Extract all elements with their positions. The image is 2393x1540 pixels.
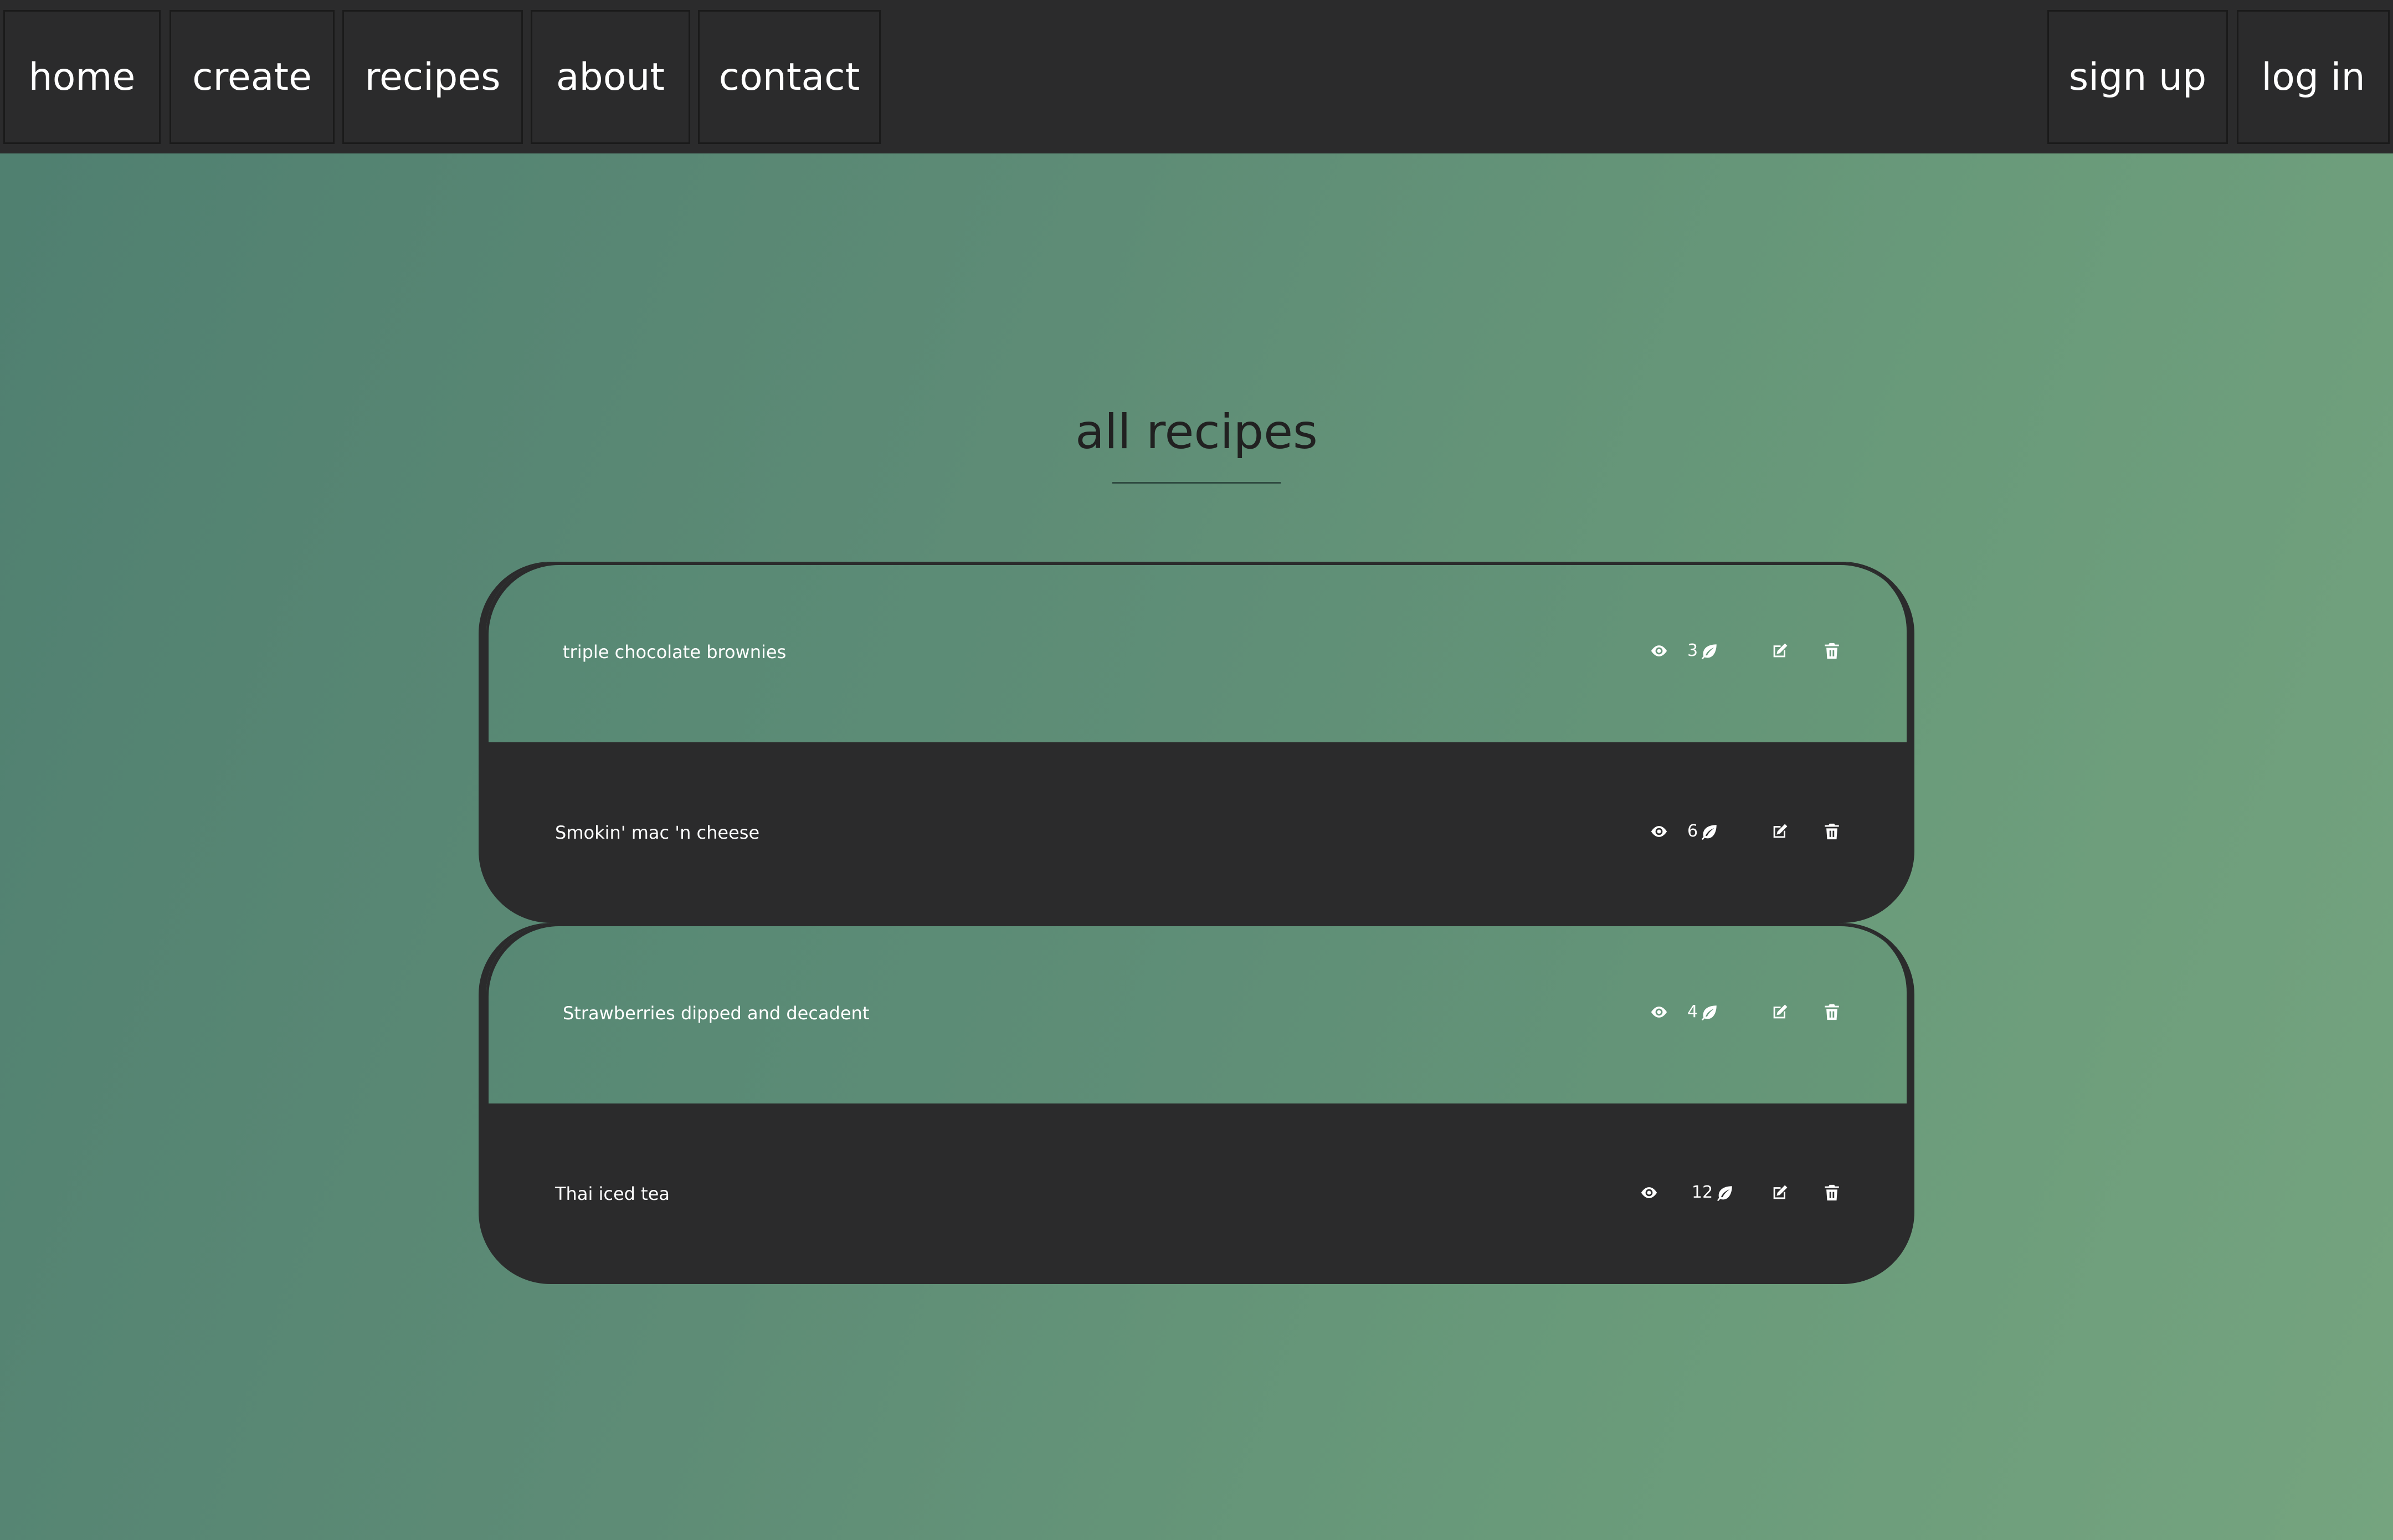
nav-signup-link[interactable]: sign up	[2047, 10, 2228, 144]
recipe-group: triple chocolate brownies 3 Smokin' mac …	[479, 562, 1914, 923]
leaf-icon	[1701, 644, 1717, 660]
eye-icon[interactable]	[1650, 1003, 1668, 1021]
nav-recipes-link[interactable]: recipes	[342, 10, 523, 144]
edit-icon[interactable]	[1770, 1003, 1789, 1021]
recipe-name[interactable]: triple chocolate brownies	[563, 641, 786, 663]
title-divider	[1112, 482, 1281, 484]
nav-about-link[interactable]: about	[531, 10, 690, 144]
edit-icon[interactable]	[1770, 1183, 1789, 1202]
recipe-count: 3	[1687, 641, 1698, 660]
nav-home-link[interactable]: home	[3, 10, 161, 144]
leaf-icon	[1701, 1005, 1717, 1021]
page-title: all recipes	[1075, 404, 1318, 460]
recipe-name[interactable]: Thai iced tea	[555, 1183, 670, 1204]
eye-icon[interactable]	[1650, 822, 1668, 841]
nav-contact-link[interactable]: contact	[698, 10, 881, 144]
recipe-group: Strawberries dipped and decadent 4 Thai …	[479, 923, 1914, 1284]
nav-login-link[interactable]: log in	[2237, 10, 2390, 144]
leaf-icon	[1717, 1186, 1732, 1202]
edit-icon[interactable]	[1770, 822, 1789, 841]
trash-icon[interactable]	[1822, 822, 1841, 841]
nav-create-link[interactable]: create	[170, 10, 335, 144]
eye-icon[interactable]	[1650, 641, 1668, 660]
recipe-row: Smokin' mac 'n cheese 6	[479, 742, 1914, 923]
trash-icon[interactable]	[1822, 1183, 1841, 1202]
edit-icon[interactable]	[1770, 641, 1789, 660]
recipe-row: Strawberries dipped and decadent 4	[486, 923, 1907, 1103]
recipe-row: triple chocolate brownies 3	[486, 562, 1907, 742]
recipe-count: 12	[1692, 1183, 1713, 1202]
recipe-name[interactable]: Smokin' mac 'n cheese	[555, 822, 759, 843]
trash-icon[interactable]	[1822, 1003, 1841, 1021]
recipe-count: 4	[1687, 1002, 1698, 1021]
eye-icon[interactable]	[1640, 1183, 1658, 1202]
top-navbar: home create recipes about contact sign u…	[0, 0, 2393, 153]
trash-icon[interactable]	[1822, 641, 1841, 660]
recipe-row: Thai iced tea 12	[479, 1103, 1914, 1284]
leaf-icon	[1701, 825, 1717, 840]
recipe-name[interactable]: Strawberries dipped and decadent	[563, 1003, 869, 1024]
recipe-count: 6	[1687, 822, 1698, 841]
